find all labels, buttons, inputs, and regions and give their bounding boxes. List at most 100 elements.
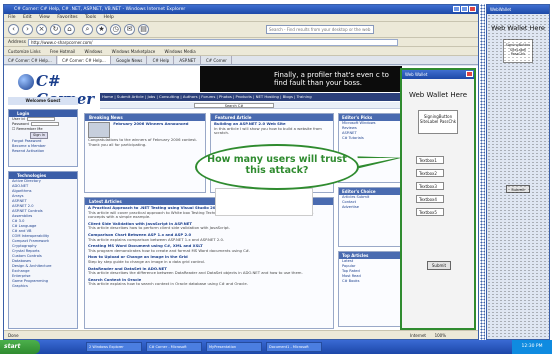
tab-active[interactable]: C# Corner: C# Help... bbox=[58, 56, 111, 64]
signing-button[interactable]: SigningButton SiteLabel PassChk bbox=[418, 110, 458, 134]
status-zoom[interactable]: 100% bbox=[435, 331, 446, 339]
site-logo[interactable]: C# Corner bbox=[14, 70, 94, 108]
featured-header: Featured Article bbox=[211, 114, 333, 121]
resend-link[interactable]: Resend Activation bbox=[9, 149, 77, 154]
right-box-link[interactable]: C# Tutorials bbox=[339, 136, 401, 141]
browser-title: C# Corner: C# Help, C# .NET, ASP.NET, VB… bbox=[14, 7, 186, 12]
technologies-header: Technologies bbox=[9, 172, 77, 179]
menu-file[interactable]: File bbox=[8, 15, 16, 20]
article-description: Step by step guide to change an image in… bbox=[88, 258, 206, 264]
news-body: Congratulations to the winners of Februa… bbox=[88, 137, 198, 147]
toolbar: ‹ › × ↻ ⌂ ⌕ ★ ◷ ✉ ▤ Search - Find result… bbox=[4, 22, 478, 38]
article-description: This article explains how to search cont… bbox=[88, 281, 248, 287]
wallet-field[interactable]: Textbox3 bbox=[416, 182, 444, 190]
callout-bubble: How many users will trust this attack? bbox=[195, 144, 359, 190]
site-nav[interactable]: Home | Submit Article | Jobs | Consultin… bbox=[100, 93, 402, 101]
article-item: How to Upload or Change an Image in the … bbox=[85, 254, 333, 265]
menu-help[interactable]: Help bbox=[104, 15, 114, 20]
tab[interactable]: C# Corner bbox=[202, 56, 232, 64]
right-box-header: Top Articles bbox=[339, 252, 401, 259]
popup-titlebar: Web Wallet bbox=[402, 70, 474, 79]
wallet-field[interactable]: Textbox4 bbox=[416, 195, 444, 203]
sign-in-button[interactable]: Sign In bbox=[30, 132, 48, 139]
stop-icon[interactable]: × bbox=[36, 24, 47, 35]
link-item[interactable]: Windows Marketplace bbox=[112, 49, 156, 54]
desktop-search-input[interactable]: Search - Find results from your desktop … bbox=[266, 25, 374, 34]
link-item[interactable]: Windows bbox=[84, 49, 102, 54]
link-item[interactable]: Free Hotmail bbox=[50, 49, 75, 54]
window2-titlebar: WebWallet bbox=[487, 5, 549, 14]
address-input[interactable]: http://www.c-sharpcorner.com/ bbox=[28, 39, 398, 46]
minimize-button[interactable] bbox=[453, 6, 460, 12]
taskbar-item[interactable]: 2 Windows Explorer bbox=[86, 342, 142, 352]
article-description: This article explains comparison between… bbox=[88, 236, 225, 242]
password-label: Password bbox=[12, 122, 29, 126]
web-wallet-popup: Web Wallet Web Wallet Here SigningButton… bbox=[400, 68, 476, 330]
wallet-field[interactable]: Textbox5 bbox=[416, 208, 444, 216]
article-description: This article describes the difference be… bbox=[88, 270, 303, 276]
technology-link[interactable]: Graphics bbox=[9, 284, 77, 289]
wallet-field[interactable]: Textbox1 bbox=[416, 156, 444, 164]
login-header: Login bbox=[9, 110, 77, 117]
password-input[interactable] bbox=[30, 122, 59, 126]
popup-title: Web Wallet bbox=[405, 72, 428, 77]
window-border-pattern bbox=[480, 4, 485, 340]
tab[interactable]: Google News bbox=[112, 56, 148, 64]
search-icon[interactable]: ⌕ bbox=[82, 24, 93, 35]
mail-icon[interactable]: ✉ bbox=[124, 24, 135, 35]
article-description: This article describes how to perform cl… bbox=[88, 225, 230, 231]
breaking-news-box: Breaking News February 2006 Winners Anno… bbox=[84, 113, 206, 193]
right-box-header: Editor's Picks bbox=[339, 114, 401, 121]
right-box-link[interactable]: C# Books bbox=[339, 279, 401, 284]
back-icon[interactable]: ‹ bbox=[8, 24, 19, 35]
window2-submit-button[interactable]: Submit bbox=[506, 185, 530, 193]
article-item: DataReader and DataSet in ADO.NET This ar… bbox=[85, 266, 333, 277]
article-item: Creating MS Word Document using C#, XML … bbox=[85, 243, 333, 254]
maximize-button[interactable] bbox=[461, 6, 468, 12]
user-input[interactable] bbox=[26, 117, 55, 121]
menu-view[interactable]: View bbox=[39, 15, 50, 20]
close-button[interactable] bbox=[469, 6, 476, 12]
forward-icon[interactable]: › bbox=[22, 24, 33, 35]
taskbar-item[interactable]: C# Corner - Microsoft bbox=[146, 342, 202, 352]
menu-tools[interactable]: Tools bbox=[85, 15, 96, 20]
window2-signing-button[interactable]: SigningButton SiteLabel PassChk bbox=[503, 39, 533, 63]
taskbar: start 2 Windows Explorer C# Corner - Mic… bbox=[0, 340, 552, 354]
start-button[interactable]: start bbox=[0, 340, 40, 354]
article-item: Comparison Chart Between ASP 1.x and ASP… bbox=[85, 232, 333, 243]
tab-bar: C# Corner: C# Help... C# Corner: C# Help… bbox=[4, 56, 478, 65]
site-search-input[interactable]: Search C# bbox=[194, 103, 274, 108]
taskbar-item[interactable]: MyPresentation bbox=[206, 342, 262, 352]
article-item: Search Context in Oracle This article exp… bbox=[85, 277, 333, 288]
article-item: Client Side Validation with JavaScript i… bbox=[85, 221, 333, 232]
news-title[interactable]: February 2006 Winners Announced bbox=[113, 121, 188, 126]
print-icon[interactable]: ▤ bbox=[138, 24, 149, 35]
favorites-icon[interactable]: ★ bbox=[96, 24, 107, 35]
menu-favorites[interactable]: Favorites bbox=[57, 15, 77, 20]
advert-banner[interactable]: Finally, a profiler that's even c to fin… bbox=[200, 66, 402, 92]
refresh-icon[interactable]: ↻ bbox=[50, 24, 61, 35]
link-item[interactable]: Customize Links bbox=[8, 49, 41, 54]
menu-bar: File Edit View Favorites Tools Help bbox=[4, 14, 478, 22]
right-box-header: Editor's Choice bbox=[339, 188, 401, 195]
browser-titlebar: C# Corner: C# Help, C# .NET, ASP.NET, VB… bbox=[4, 5, 478, 14]
tab[interactable]: ASP.NET bbox=[175, 56, 201, 64]
taskbar-item[interactable]: Document1 - Microsoft bbox=[266, 342, 322, 352]
popup-close-button[interactable] bbox=[466, 71, 473, 77]
popup-heading: Web Wallet Here bbox=[408, 91, 468, 99]
link-item[interactable]: Windows Media bbox=[165, 49, 196, 54]
system-clock: 12:30 PM bbox=[512, 340, 552, 354]
editors-choice-box: Editor's Choice Articles Submit Contact … bbox=[338, 187, 402, 247]
menu-edit[interactable]: Edit bbox=[23, 15, 32, 20]
remember-label[interactable]: Remember Me bbox=[16, 127, 42, 131]
tab[interactable]: C# Help bbox=[149, 56, 175, 64]
history-icon[interactable]: ◷ bbox=[110, 24, 121, 35]
wallet-submit-button[interactable]: Submit bbox=[427, 261, 451, 270]
status-bar: Done Internet 100% bbox=[4, 330, 478, 339]
tab[interactable]: C# Corner: C# Help... bbox=[4, 56, 57, 64]
wallet-field[interactable]: Textbox2 bbox=[416, 169, 444, 177]
top-articles-box: Top Articles Latest Popular Top Rated Mo… bbox=[338, 251, 402, 327]
web-wallet-window: WebWallet Web Wallet Here SigningButton … bbox=[486, 4, 550, 340]
right-box-link[interactable]: Advertise bbox=[339, 205, 401, 210]
home-icon[interactable]: ⌂ bbox=[64, 24, 75, 35]
